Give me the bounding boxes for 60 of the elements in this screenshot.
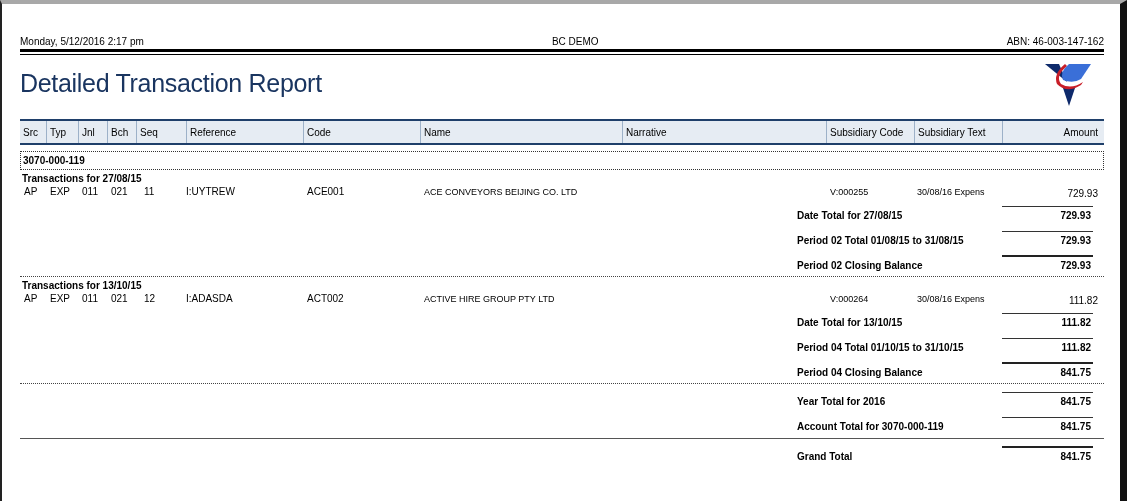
amount-cell: 729.93	[1067, 188, 1098, 199]
total-label: Period 04 Total 01/10/15 to 31/10/15	[797, 342, 964, 355]
total-label: Year Total for 2016	[797, 396, 886, 409]
date-group-heading: Transactions for 13/10/15	[21, 279, 143, 291]
print-date: Monday, 5/12/2016 2:17 pm	[20, 36, 144, 47]
bch-cell: 021	[111, 293, 128, 304]
column-header: Seq	[136, 121, 186, 143]
typ-cell: EXP	[50, 293, 70, 304]
total-label: Account Total for 3070-000-119	[797, 421, 944, 434]
subsidiary-text-cell: 30/08/16 Expens	[917, 186, 985, 197]
column-header: Reference	[186, 121, 303, 143]
name-cell: ACTIVE HIRE GROUP PTY LTD	[424, 293, 555, 304]
logo-icon	[1045, 64, 1093, 106]
column-header: Name	[420, 121, 622, 143]
column-header: Src	[22, 125, 39, 140]
code-cell: ACT002	[307, 293, 344, 304]
column-header: Subsidiary Text	[914, 121, 1002, 143]
column-header: Bch	[107, 121, 136, 143]
account-header: 3070-000-119	[20, 151, 1104, 170]
total-amount: 729.93	[1002, 231, 1093, 248]
total-amount: 841.75	[1002, 392, 1093, 409]
total-amount: 841.75	[1002, 362, 1093, 380]
jnl-cell: 011	[82, 186, 98, 197]
total-label: Grand Total	[797, 451, 853, 464]
reference-cell: I:UYTREW	[186, 186, 235, 197]
subsidiary-code-cell: V:000255	[830, 186, 869, 197]
src-cell: AP	[24, 293, 38, 304]
subsidiary-code-cell: V:000264	[830, 293, 869, 304]
total-amount: 729.93	[1002, 206, 1093, 223]
seq-cell: 12	[144, 293, 156, 304]
column-header: Code	[303, 121, 420, 143]
subsidiary-text-cell: 30/08/16 Expens	[917, 293, 985, 304]
date-group-heading: Transactions for 27/08/15	[21, 172, 143, 184]
total-label: Period 02 Closing Balance	[797, 260, 923, 273]
name-cell: ACE CONVEYORS BEIJING CO. LTD	[424, 186, 578, 197]
total-amount: 111.82	[1002, 338, 1093, 355]
abn-number: ABN: 46-003-147-162	[1006, 36, 1104, 47]
column-header: Jnl	[78, 121, 107, 143]
column-header: Narrative	[622, 121, 826, 143]
total-label: Period 04 Closing Balance	[797, 367, 923, 380]
total-amount: 841.75	[1002, 417, 1093, 434]
column-header: Subsidiary Code	[826, 121, 914, 143]
total-amount: 111.82	[1002, 313, 1093, 330]
code-cell: ACE001	[307, 186, 345, 197]
total-label: Date Total for 13/10/15	[797, 317, 903, 330]
company-name: BC DEMO	[551, 36, 599, 47]
total-amount: 841.75	[1002, 446, 1093, 464]
src-cell: AP	[24, 186, 38, 197]
typ-cell: EXP	[50, 186, 70, 197]
seq-cell: 11	[144, 186, 155, 197]
amount-cell: 111.82	[1068, 295, 1098, 306]
column-header: Amount	[1002, 121, 1104, 143]
total-label: Period 02 Total 01/08/15 to 31/08/15	[797, 235, 964, 248]
total-amount: 729.93	[1002, 255, 1093, 273]
total-label: Date Total for 27/08/15	[797, 210, 903, 223]
report-title: Detailed Transaction Report	[20, 69, 322, 98]
column-header: Typ	[46, 121, 78, 143]
reference-cell: I:ADASDA	[186, 293, 233, 304]
bch-cell: 021	[111, 186, 128, 197]
jnl-cell: 011	[82, 293, 98, 304]
